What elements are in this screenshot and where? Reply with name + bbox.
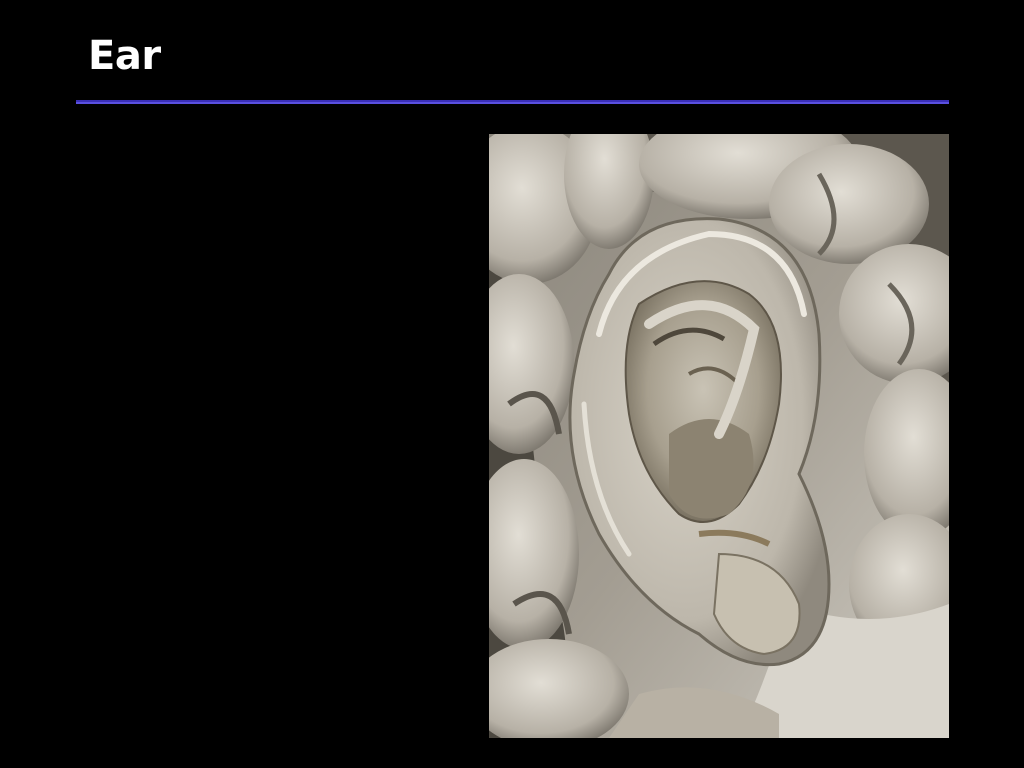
- slide: Ear: [0, 0, 1024, 768]
- ear-sculpture-photo: [489, 134, 949, 738]
- slide-title: Ear: [88, 33, 161, 79]
- title-divider: [76, 100, 949, 104]
